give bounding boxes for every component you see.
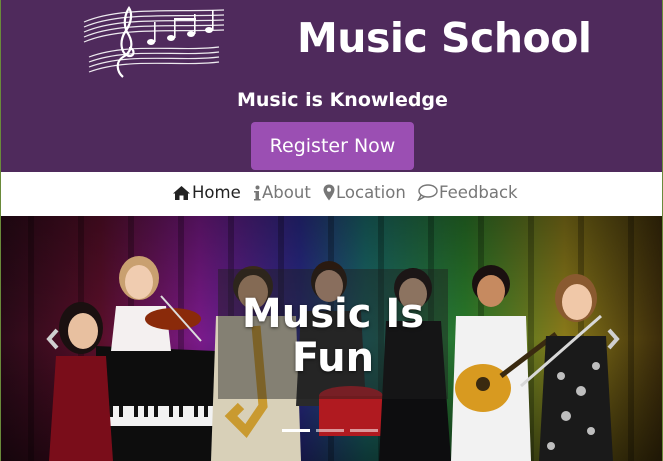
info-icon [254,185,261,200]
nav-item-feedback-label: Feedback [439,183,518,202]
carousel-next-button[interactable] [601,324,625,354]
nav-item-location[interactable]: Location [323,183,406,202]
nav-item-home[interactable]: Home [172,183,241,202]
nav-item-about[interactable]: About [253,183,311,202]
carousel-caption: Music Is Fun [241,291,425,381]
nav-item-home-label: Home [192,183,241,202]
speech-bubble-icon [417,184,438,201]
home-icon [173,185,190,200]
chevron-right-icon [607,328,620,350]
carousel-indicator-3[interactable] [350,429,378,432]
nav-item-feedback[interactable]: Feedback [417,183,518,202]
carousel-indicator-2[interactable] [316,429,344,432]
register-now-button[interactable]: Register Now [251,122,414,170]
site-header: Music School Music is Knowledge Register… [1,0,662,172]
music-notes-staff-icon [83,6,225,78]
tagline: Music is Knowledge [237,89,448,111]
main-nav: Home About Location Feedback [1,172,662,216]
nav-item-location-label: Location [336,183,406,202]
nav-item-about-label: About [262,183,311,202]
chevron-left-icon [46,328,59,350]
image-carousel: Music Is Fun [1,216,662,461]
carousel-indicator-1[interactable] [282,429,310,432]
page: Music School Music is Knowledge Register… [0,0,663,461]
site-title: Music School [297,14,592,62]
map-marker-icon [323,184,335,201]
carousel-indicators [282,429,378,432]
carousel-prev-button[interactable] [41,324,65,354]
